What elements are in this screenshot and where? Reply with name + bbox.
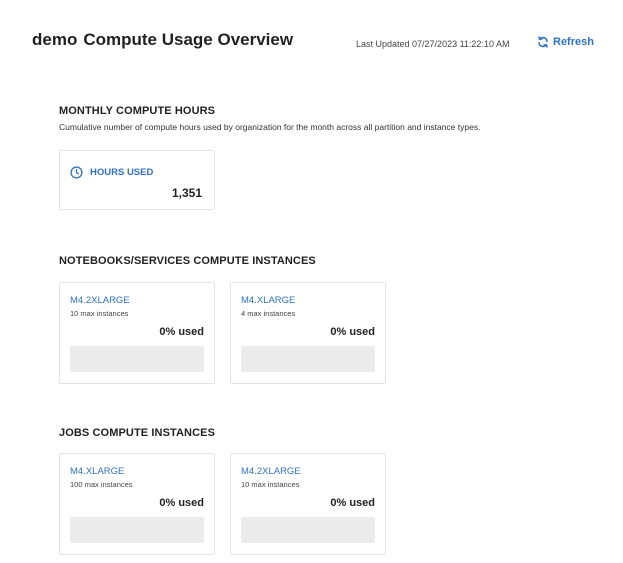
instance-used-percent: 0% used: [330, 326, 375, 338]
jobs-compute-title: JOBS COMPUTE INSTANCES: [59, 427, 216, 439]
instance-name: M4.2XLARGE: [70, 295, 130, 306]
instance-max: 10 max instances: [241, 480, 300, 489]
hours-used-value: 1,351: [171, 186, 202, 200]
instance-used-percent: 0% used: [159, 497, 204, 509]
instance-used-percent: 0% used: [159, 326, 204, 338]
page-header: demo Compute Usage Overview Last Updated …: [0, 0, 623, 60]
monthly-compute-hours-title: MONTHLY COMPUTE HOURS: [59, 105, 216, 117]
refresh-icon: [538, 36, 548, 48]
page-title-text: Compute Usage Overview: [83, 30, 294, 49]
clock-icon: [70, 166, 83, 179]
instance-card-jobs-m4-xlarge: M4.XLARGE 100 max instances 0% used: [59, 453, 215, 555]
refresh-button[interactable]: Refresh: [537, 36, 594, 48]
last-updated-timestamp: Last Updated 07/27/2023 11:22:10 AM: [356, 39, 510, 49]
instance-card-jobs-m4-2xlarge: M4.2XLARGE 10 max instances 0% used: [230, 453, 386, 555]
instance-usage-bar: [70, 346, 204, 372]
monthly-compute-hours-description: Cumulative number of compute hours used …: [59, 122, 481, 132]
hours-used-card: HOURS USED 1,351: [59, 150, 215, 210]
instance-max: 4 max instances: [241, 309, 296, 318]
instance-card-notebook-m4-xlarge: M4.XLARGE 4 max instances 0% used: [230, 282, 386, 384]
instance-name: M4.XLARGE: [70, 466, 125, 477]
instance-name: M4.2XLARGE: [241, 466, 301, 477]
refresh-label: Refresh: [553, 36, 594, 48]
instance-card-notebook-m4-2xlarge: M4.2XLARGE 10 max instances 0% used: [59, 282, 215, 384]
page-title: demo Compute Usage Overview: [32, 30, 293, 50]
instance-max: 10 max instances: [70, 309, 129, 318]
notebooks-services-title: NOTEBOOKS/SERVICES COMPUTE INSTANCES: [59, 255, 316, 267]
instance-name: M4.XLARGE: [241, 295, 296, 306]
hours-used-label: HOURS USED: [70, 166, 153, 179]
org-name: demo: [32, 30, 78, 49]
instance-usage-bar: [241, 346, 375, 372]
instance-used-percent: 0% used: [330, 497, 375, 509]
hours-used-label-text: HOURS USED: [90, 167, 154, 178]
instance-max: 100 max instances: [70, 480, 133, 489]
instance-usage-bar: [70, 517, 204, 543]
instance-usage-bar: [241, 517, 375, 543]
